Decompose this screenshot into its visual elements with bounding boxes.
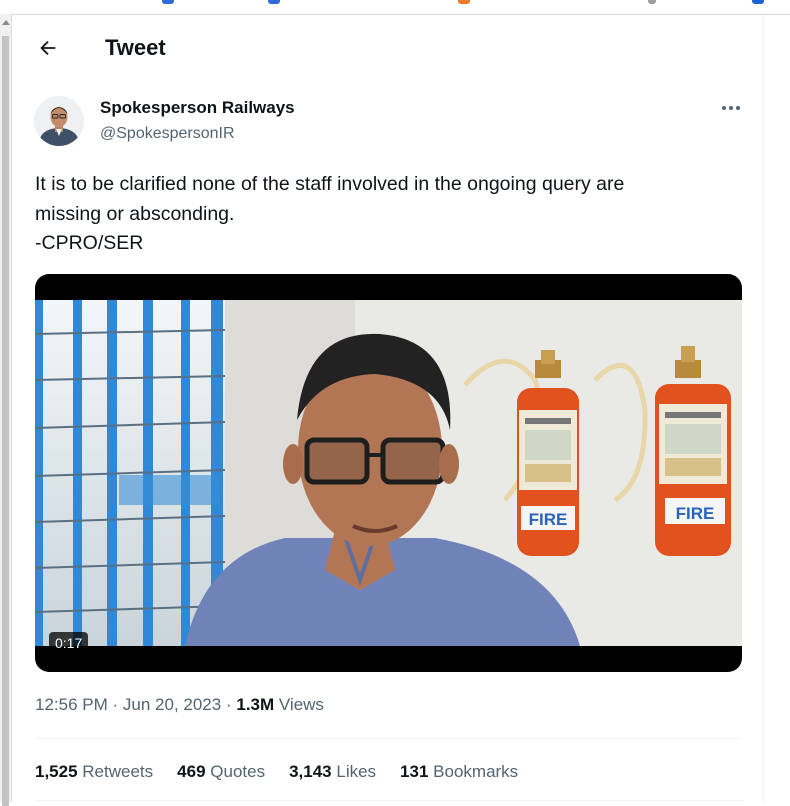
video-thumbnail: FIRE FIRE: [35, 300, 742, 646]
browser-toolbar-strip: [0, 0, 790, 15]
retweets-stat[interactable]: 1,525 Retweets: [35, 760, 153, 784]
stat-label: Likes: [336, 762, 377, 781]
stat-count: 1,525: [35, 762, 78, 781]
video-frame[interactable]: FIRE FIRE: [35, 300, 742, 646]
stat-count: 469: [177, 762, 206, 781]
stat-label: Bookmarks: [433, 762, 519, 781]
bookmarks-stat[interactable]: 131 Bookmarks: [400, 760, 518, 784]
tweet-text-line: -CPRO/SER: [35, 232, 144, 254]
page-header: Tweet: [12, 22, 762, 74]
tweet-metadata: 12:56 PM · Jun 20, 2023 · 1.3M Views: [35, 694, 324, 716]
fire-label: FIRE: [529, 510, 568, 529]
video-duration-badge: 0:17: [49, 632, 89, 654]
views-label: Views: [278, 695, 324, 714]
author-name[interactable]: Spokesperson Railways: [100, 98, 295, 118]
engagement-stats: 1,525 Retweets 469 Quotes 3,143 Likes 13…: [35, 760, 542, 784]
toolbar-icon[interactable]: [752, 0, 764, 4]
toolbar-icon[interactable]: [268, 0, 280, 4]
toolbar-icon[interactable]: [648, 0, 656, 4]
scrollbar[interactable]: [0, 14, 12, 806]
arrow-left-icon: [40, 40, 56, 56]
meta-separator: ·: [225, 695, 232, 714]
views-count: 1.3M: [236, 695, 275, 714]
tweet-text-line: missing or absconding.: [35, 202, 235, 225]
divider: [35, 738, 742, 739]
stat-count: 3,143: [289, 762, 332, 781]
avatar[interactable]: [34, 96, 84, 146]
tweet-date[interactable]: Jun 20, 2023: [123, 695, 221, 714]
toolbar-icon[interactable]: [458, 0, 470, 4]
tweet-text: It is to be clarified none of the staff …: [35, 170, 735, 259]
more-button[interactable]: [716, 96, 746, 120]
scrollbar-thumb[interactable]: [2, 36, 9, 806]
author-handle[interactable]: @SpokespersonIR: [100, 124, 235, 144]
back-button[interactable]: [34, 34, 62, 62]
stat-label: Quotes: [210, 762, 266, 781]
page-title: Tweet: [105, 35, 166, 60]
tweet-text-line: It is to be clarified none of the staff …: [35, 173, 625, 195]
stat-label: Retweets: [82, 762, 154, 781]
divider: [35, 800, 742, 801]
more-horizontal-icon: [722, 106, 740, 110]
scroll-up-icon[interactable]: [2, 20, 10, 25]
meta-separator: ·: [112, 695, 119, 714]
tweet-time[interactable]: 12:56 PM: [35, 695, 108, 714]
stat-count: 131: [400, 762, 429, 781]
fire-label: FIRE: [676, 504, 715, 523]
quotes-stat[interactable]: 469 Quotes: [177, 760, 265, 784]
toolbar-icon[interactable]: [162, 0, 174, 4]
likes-stat[interactable]: 3,143 Likes: [289, 760, 376, 784]
video-player[interactable]: FIRE FIRE: [35, 274, 742, 672]
